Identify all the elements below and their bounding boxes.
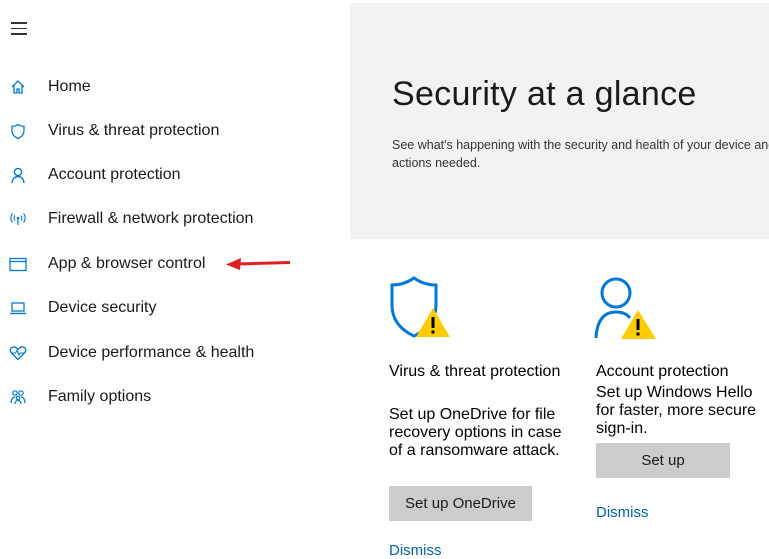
wifi-icon — [9, 210, 27, 228]
hamburger-icon[interactable] — [11, 22, 27, 36]
heart-icon — [9, 344, 27, 362]
sidebar-item-label: Home — [48, 78, 91, 95]
sidebar-item-label: Family options — [48, 388, 152, 405]
sidebar-item-label: Account protection — [48, 166, 181, 183]
sidebar: Home Virus & threat protection Account p… — [0, 0, 340, 552]
page-title: Security at a glance — [392, 75, 697, 113]
laptop-icon — [9, 299, 27, 317]
sidebar-item-virus-threat-protection[interactable]: Virus & threat protection — [0, 116, 320, 146]
sidebar-item-account-protection[interactable]: Account protection — [0, 160, 320, 190]
set-up-button[interactable]: Set up — [596, 443, 730, 478]
home-icon — [9, 78, 27, 96]
card-title: Account protection — [596, 363, 729, 380]
shield-icon — [9, 122, 27, 140]
sidebar-item-label: Device security — [48, 299, 157, 316]
person-icon — [9, 166, 27, 184]
person-warning-icon — [594, 277, 656, 339]
card-description: Set up OneDrive for file recovery option… — [389, 406, 562, 459]
sidebar-item-device-performance-health[interactable]: Device performance & health — [0, 338, 320, 368]
sidebar-item-firewall-network-protection[interactable]: Firewall & network protection — [0, 204, 320, 234]
sidebar-item-home[interactable]: Home — [0, 72, 320, 102]
sidebar-item-family-options[interactable]: Family options — [0, 382, 320, 412]
card-title: Virus & threat protection — [389, 363, 561, 380]
sidebar-item-label: Device performance & health — [48, 344, 255, 361]
sidebar-item-label: Virus & threat protection — [48, 122, 220, 139]
shield-warning-icon — [390, 276, 450, 338]
page-description: See what's happening with the security a… — [392, 138, 769, 170]
annotation-arrow-icon — [226, 258, 291, 270]
card-virus-threat-protection — [389, 274, 589, 345]
dismiss-link[interactable]: Dismiss — [389, 542, 442, 559]
sidebar-item-label: App & browser control — [48, 255, 206, 272]
dismiss-link[interactable]: Dismiss — [596, 504, 649, 521]
family-icon — [9, 388, 27, 406]
sidebar-item-device-security[interactable]: Device security — [0, 293, 320, 323]
card-account-protection — [594, 276, 664, 345]
sidebar-item-label: Firewall & network protection — [48, 210, 254, 227]
hero-banner: Security at a glance See what's happenin… — [350, 3, 769, 239]
window-icon — [9, 255, 27, 273]
card-description: Set up Windows Hello for faster, more se… — [596, 384, 757, 437]
set-up-onedrive-button[interactable]: Set up OneDrive — [389, 486, 532, 521]
